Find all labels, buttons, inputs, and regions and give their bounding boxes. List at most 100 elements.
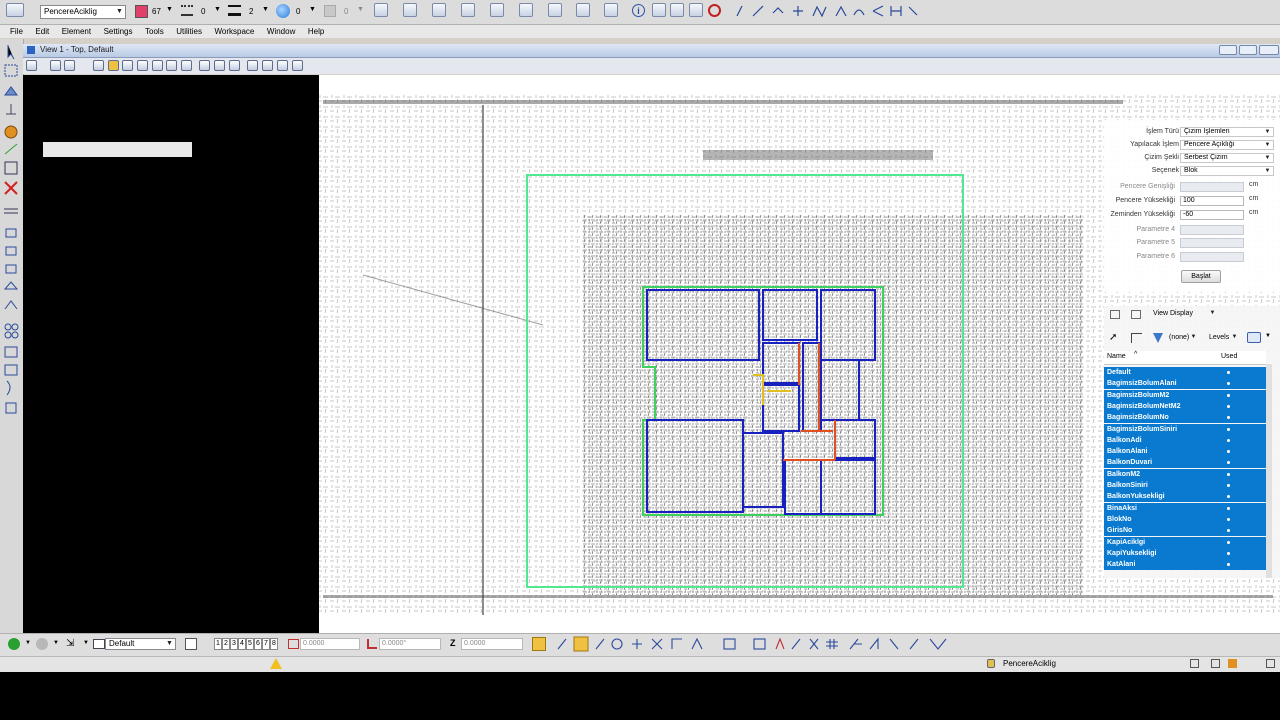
view-2-button[interactable]: 2 <box>222 638 230 650</box>
raster-icon[interactable] <box>490 3 504 17</box>
view-previous-icon[interactable] <box>199 60 210 71</box>
copy-icon[interactable] <box>1110 310 1120 319</box>
settings-status-icon[interactable] <box>1266 659 1275 668</box>
level-row[interactable]: BalkonAlani <box>1104 446 1266 458</box>
level-row[interactable]: BinaAksi <box>1104 502 1266 514</box>
view-4-button[interactable]: 4 <box>238 638 246 650</box>
edit-levels-icon[interactable] <box>1247 332 1261 343</box>
copy-view-icon[interactable] <box>229 60 240 71</box>
no-entry-icon[interactable] <box>708 4 721 17</box>
active-level-select[interactable]: Default ▼ <box>105 638 176 650</box>
render-mode-icon[interactable] <box>64 60 75 71</box>
column-used-header[interactable]: Used <box>1221 353 1237 360</box>
model-icon[interactable] <box>1211 659 1220 668</box>
menu-workspace[interactable]: Workspace <box>215 27 255 36</box>
chevron-down-icon[interactable]: ▼ <box>357 6 364 13</box>
menu-utilities[interactable]: Utilities <box>176 27 202 36</box>
home-icon[interactable] <box>1228 659 1237 668</box>
view-8-button[interactable]: 8 <box>270 638 278 650</box>
parametre-5-input[interactable] <box>1180 238 1244 248</box>
element-template-icon[interactable] <box>6 3 24 17</box>
view-7-button[interactable]: 7 <box>262 638 270 650</box>
pencere-genisligi-input[interactable] <box>1180 182 1244 192</box>
level-row[interactable]: BalkonYuksekligi <box>1104 491 1266 503</box>
x-coordinate-input[interactable]: 0.0000 <box>300 638 360 650</box>
yapilacak-islem-select[interactable]: Pencere Açıklığı ▼ <box>1180 140 1274 150</box>
angle-input[interactable]: 0.0000° <box>379 638 441 650</box>
level-row[interactable]: BagimsizBolumAlani <box>1104 378 1266 390</box>
fit-view-icon[interactable] <box>152 60 163 71</box>
chevron-down-icon[interactable]: ▼ <box>166 6 173 13</box>
chevron-down-icon[interactable]: ▼ <box>83 640 89 646</box>
pointer-icon[interactable]: ⇲ <box>66 638 78 650</box>
level-row[interactable]: KatAlani <box>1104 559 1266 571</box>
pencere-yuksekligi-input[interactable]: 100 <box>1180 196 1244 206</box>
paste-icon[interactable] <box>1131 310 1141 319</box>
cizim-sekli-select[interactable]: Serbest Çizim ▼ <box>1180 153 1274 163</box>
window-area-icon[interactable] <box>137 60 148 71</box>
forward-icon[interactable] <box>36 638 48 650</box>
zoom-in-icon[interactable] <box>108 60 119 71</box>
accudraw-icons[interactable] <box>554 636 954 652</box>
zeminden-yuksekligi-input[interactable]: -60 <box>1180 210 1244 220</box>
restore-button[interactable] <box>1239 45 1257 55</box>
chevron-down-icon[interactable]: ▼ <box>53 640 59 646</box>
measure-icon[interactable] <box>604 3 618 17</box>
clip-mask-icon[interactable] <box>262 60 273 71</box>
lock-icon[interactable] <box>987 659 995 668</box>
z-coordinate-input[interactable]: 0.0000 <box>461 638 523 650</box>
image-icon[interactable] <box>652 3 666 17</box>
view-1-button[interactable]: 1 <box>214 638 222 650</box>
view-3-button[interactable]: 3 <box>230 638 238 650</box>
level-row[interactable]: GirisNo <box>1104 525 1266 537</box>
view-6-button[interactable]: 6 <box>254 638 262 650</box>
attributes-icon[interactable] <box>403 3 417 17</box>
filter-select[interactable]: (none) ▼ <box>1166 333 1199 344</box>
menu-file[interactable]: File <box>10 27 23 36</box>
level-row[interactable]: BalkonM2 <box>1104 468 1266 480</box>
chevron-down-icon[interactable]: ▼ <box>25 640 31 646</box>
rotate-view-icon[interactable] <box>166 60 177 71</box>
close-button[interactable] <box>1259 45 1279 55</box>
level-row[interactable]: BagimsizBolumSiniri <box>1104 423 1266 435</box>
chevron-down-icon[interactable]: ▼ <box>309 6 316 13</box>
level-row[interactable]: BalkonAdi <box>1104 434 1266 446</box>
view-5-button[interactable]: 5 <box>246 638 254 650</box>
parametre-4-input[interactable] <box>1180 225 1244 235</box>
render-icon[interactable] <box>670 3 684 17</box>
filter-icon[interactable] <box>1153 333 1163 343</box>
reference-icon[interactable] <box>519 3 533 17</box>
baslat-button[interactable]: Başlat <box>1181 270 1221 283</box>
level-row[interactable]: BalkonDuvari <box>1104 457 1266 469</box>
view-next-icon[interactable] <box>214 60 225 71</box>
clip-volume-icon[interactable] <box>247 60 258 71</box>
level-row[interactable]: KapiYuksekligi <box>1104 547 1266 559</box>
line-style-icon[interactable] <box>181 5 193 16</box>
view-display-select[interactable]: View Display ▼ <box>1150 309 1218 320</box>
levels-icon[interactable] <box>548 3 562 17</box>
info-icon[interactable]: i <box>632 4 645 17</box>
level-row[interactable]: KapiAciklgi <box>1104 536 1266 548</box>
minimize-button[interactable] <box>1219 45 1237 55</box>
chevron-down-icon[interactable]: ▼ <box>214 6 221 13</box>
priority-icon[interactable] <box>324 5 336 17</box>
level-row[interactable]: BagimsizBolumNo <box>1104 412 1266 424</box>
islem-turu-select[interactable]: Çizim İşlemleri ▼ <box>1180 127 1274 137</box>
tool-palette-icons[interactable] <box>0 39 23 633</box>
zoom-out-icon[interactable] <box>122 60 133 71</box>
level-row[interactable]: BlokNo <box>1104 513 1266 525</box>
view-display-icon[interactable] <box>50 60 61 71</box>
warning-icon[interactable] <box>270 658 282 669</box>
menu-tools[interactable]: Tools <box>145 27 164 36</box>
chevron-down-icon[interactable]: ▼ <box>262 6 269 13</box>
transparency-icon[interactable] <box>276 4 290 18</box>
menu-element[interactable]: Element <box>62 27 91 36</box>
drawing-tools-icons[interactable] <box>733 3 921 19</box>
view-groups-icon[interactable] <box>185 638 197 650</box>
save-status-icon[interactable] <box>1190 659 1199 668</box>
secenek-select[interactable]: Blok ▼ <box>1180 166 1274 176</box>
chevron-down-icon[interactable]: ▼ <box>1265 333 1271 339</box>
update-icon[interactable] <box>93 60 104 71</box>
menu-help[interactable]: Help <box>308 27 324 36</box>
snap-mode-icon[interactable] <box>532 637 546 651</box>
